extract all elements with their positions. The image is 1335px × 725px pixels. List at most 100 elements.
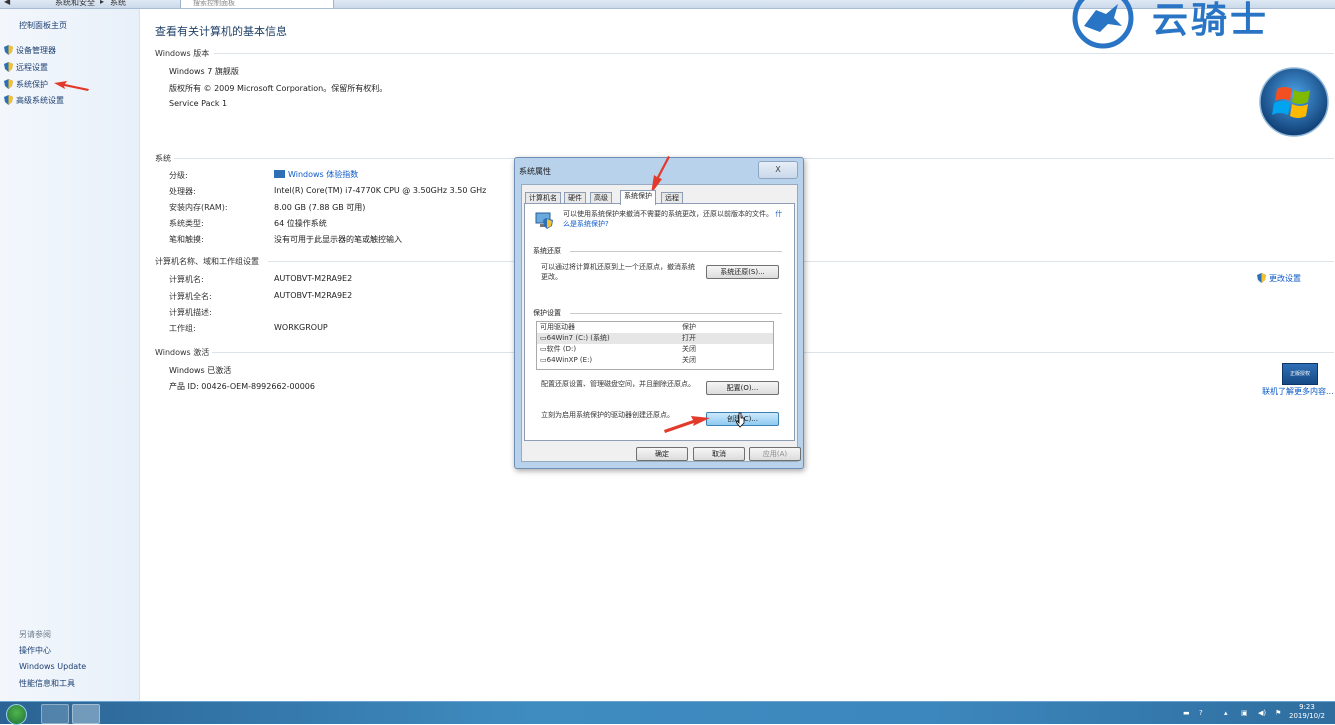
back-icon[interactable]: ◀ [4, 0, 10, 6]
see-also-action-center[interactable]: 操作中心 [19, 645, 51, 656]
ok-button[interactable]: 确定 [636, 447, 688, 461]
computer-name-value: AUTOBVT-M2RA9E2 [274, 274, 353, 283]
system-window-taskbar-icon[interactable] [72, 704, 100, 724]
drive-name: ▭64WinXP (E:) [540, 355, 592, 366]
clock-time: 9:23 [1299, 703, 1315, 711]
clock[interactable]: 9:23 2019/10/2 [1289, 703, 1325, 721]
restore-heading: 系统还原 [533, 247, 561, 255]
workgroup-value: WORKGROUP [274, 323, 328, 332]
volume-icon[interactable]: ◀) [1258, 709, 1266, 717]
processor-label: 处理器: [169, 187, 196, 196]
system-type-label: 系统类型: [169, 219, 204, 228]
breadcrumb-system[interactable]: 系统 [110, 0, 126, 8]
sidebar-item-system-protection[interactable]: 系统保护 [4, 79, 48, 90]
learn-more-link[interactable]: 联机了解更多内容... [1262, 386, 1334, 397]
configure-button[interactable]: 配置(O)... [706, 381, 779, 395]
windows-edition-name: Windows 7 旗舰版 [169, 67, 239, 76]
drive-icon: ▭ [540, 356, 547, 364]
processor-value: Intel(R) Core(TM) i7-4770K CPU @ 3.50GHz… [274, 186, 487, 195]
tab-system-protection[interactable]: 系统保护 [620, 190, 656, 205]
config-text: 配置还原设置、管理磁盘空间，并且删除还原点。 [541, 380, 695, 388]
drive-label: 64Win7 (C:) (系统) [546, 334, 610, 342]
annotation-arrow-sidebar [54, 81, 89, 91]
computer-description-label: 计算机描述: [169, 308, 212, 317]
show-hidden-icons-icon[interactable]: ▴ [1224, 709, 1228, 717]
annotation-arrow-create [664, 416, 710, 433]
experience-index-icon [274, 170, 285, 178]
explorer-taskbar-icon[interactable] [41, 704, 69, 724]
see-also-performance-tools[interactable]: 性能信息和工具 [19, 678, 75, 689]
drive-status: 打开 [682, 334, 696, 342]
divider [570, 313, 782, 314]
sidebar-item-label: 高级系统设置 [16, 96, 64, 105]
clock-date: 2019/10/2 [1289, 712, 1325, 720]
drives-list-header: 可用驱动器 保护 [537, 322, 773, 333]
genuine-badge-label: 正版授权 [1289, 371, 1310, 377]
divider [214, 53, 1334, 54]
apply-button[interactable]: 应用(A) [749, 447, 801, 461]
service-pack: Service Pack 1 [169, 99, 228, 108]
dialog-body: 计算机名 硬件 高级 系统保护 远程 可以使用系统保护来撤消不需要的系统更改，还… [521, 184, 801, 462]
section-computer-name: 计算机名称、域和工作组设置 [155, 257, 259, 266]
change-settings-label: 更改设置 [1269, 274, 1301, 283]
sidebar-item-label: 设备管理器 [16, 46, 56, 55]
full-computer-name-value: AUTOBVT-M2RA9E2 [274, 291, 353, 300]
drive-label: 64WinXP (E:) [546, 356, 593, 364]
control-panel-home-link[interactable]: 控制面板主页 [19, 20, 67, 31]
sidebar-item-device-manager[interactable]: 设备管理器 [4, 45, 56, 56]
pen-touch-value: 没有可用于此显示器的笔或触控输入 [274, 235, 402, 244]
drive-row[interactable]: ▭软件 (D:) 关闭 [537, 344, 773, 355]
protection-heading: 保护设置 [533, 309, 561, 317]
ram-label: 安装内存(RAM): [169, 203, 228, 212]
shield-icon [4, 62, 13, 72]
search-input[interactable]: 搜索控制面板 [180, 0, 334, 8]
drive-row[interactable]: ▭64WinXP (E:) 关闭 [537, 355, 773, 366]
system-properties-dialog: 系统属性 X 计算机名 硬件 高级 系统保护 远程 可以使用系统保护来撤消不需要… [514, 157, 804, 469]
column-header-drive: 可用驱动器 [540, 323, 575, 331]
system-protection-panel: 可以使用系统保护来撤消不需要的系统更改，还原以前版本的文件。 什么是系统保护? … [524, 203, 795, 441]
experience-index-link[interactable]: Windows 体验指数 [274, 169, 358, 180]
help-icon[interactable]: ? [1199, 709, 1203, 717]
see-also-heading: 另请参阅 [19, 630, 51, 639]
close-button[interactable]: X [758, 161, 798, 179]
experience-index-label: Windows 体验指数 [288, 170, 359, 179]
mouse-cursor-icon [736, 412, 745, 428]
section-system: 系统 [155, 154, 171, 163]
system-type-value: 64 位操作系统 [274, 219, 327, 228]
see-also-windows-update[interactable]: Windows Update [19, 662, 86, 671]
drives-list[interactable]: 可用驱动器 保护 ▭64Win7 (C:) (系统) 打开 ▭软件 (D:) 关… [536, 321, 774, 370]
start-button[interactable] [6, 704, 27, 725]
drive-name: ▭软件 (D:) [540, 344, 576, 355]
pen-touch-label: 笔和触摸: [169, 235, 204, 244]
sidebar-item-advanced-settings[interactable]: 高级系统设置 [4, 95, 64, 106]
cancel-button[interactable]: 取消 [693, 447, 745, 461]
change-settings-link[interactable]: 更改设置 [1257, 273, 1301, 284]
keyboard-icon[interactable]: ▬ [1183, 709, 1190, 717]
drive-icon: ▭ [540, 345, 547, 353]
section-activation: Windows 激活 [155, 348, 210, 357]
ram-value: 8.00 GB (7.88 GB 可用) [274, 203, 366, 212]
network-icon[interactable]: ▣ [1241, 709, 1248, 717]
drive-row[interactable]: ▭64Win7 (C:) (系统) 打开 [537, 333, 773, 344]
shield-icon [4, 45, 13, 55]
section-windows-edition: Windows 版本 [155, 49, 210, 58]
drive-status: 关闭 [682, 356, 696, 364]
copyright-text: 版权所有 © 2009 Microsoft Corporation。保留所有权利… [169, 84, 388, 93]
shield-icon [4, 95, 13, 105]
close-icon: X [775, 165, 781, 174]
workgroup-label: 工作组: [169, 324, 196, 333]
drive-label: 软件 (D:) [546, 345, 577, 353]
computer-name-label: 计算机名: [169, 275, 204, 284]
intro-text: 可以使用系统保护来撤消不需要的系统更改，还原以前版本的文件。 什么是系统保护? [563, 209, 785, 229]
genuine-badge[interactable]: 正版授权 [1282, 363, 1318, 385]
watermark-text: 云骑士 [1152, 0, 1270, 41]
full-computer-name-label: 计算机全名: [169, 292, 212, 301]
drive-icon: ▭ [540, 334, 547, 342]
sidebar-item-label: 系统保护 [16, 80, 48, 89]
system-restore-button[interactable]: 系统还原(S)... [706, 265, 779, 279]
shield-icon [4, 79, 13, 89]
sidebar-item-remote-settings[interactable]: 远程设置 [4, 62, 48, 73]
column-header-protection: 保护 [682, 323, 696, 331]
breadcrumb-system-security[interactable]: 系统和安全 [55, 0, 95, 8]
action-center-icon[interactable]: ⚑ [1275, 709, 1281, 717]
